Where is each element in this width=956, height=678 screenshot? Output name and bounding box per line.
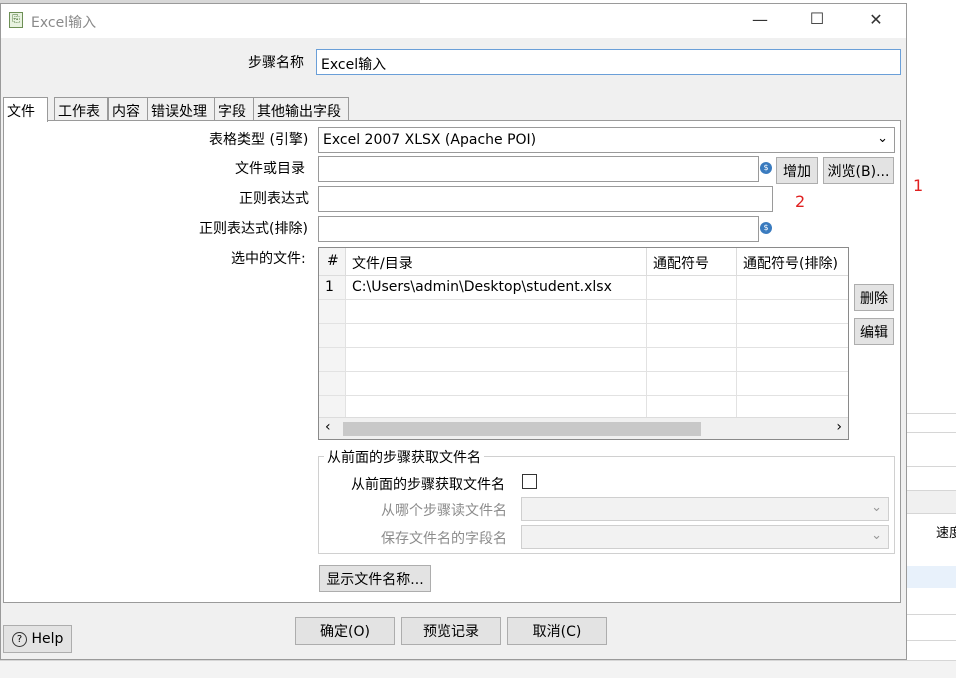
edit-button[interactable]: 编辑 bbox=[854, 318, 894, 345]
ok-button[interactable]: 确定(O) bbox=[295, 617, 395, 645]
regex-label: 正则表达式 bbox=[239, 191, 309, 207]
table-cell-wildcard[interactable] bbox=[647, 276, 737, 300]
file-or-dir-label: 文件或目录 bbox=[235, 161, 305, 177]
annotation-mark-1: 1 bbox=[913, 176, 924, 195]
variable-icon: $ bbox=[760, 222, 772, 234]
app-icon: ⎘ bbox=[9, 12, 23, 28]
spreadsheet-type-select[interactable]: Excel 2007 XLSX (Apache POI) ⌄ bbox=[318, 127, 895, 153]
annotation-mark-2: 2 bbox=[795, 192, 806, 211]
horizontal-scrollbar[interactable]: ‹ › bbox=[319, 417, 848, 439]
minimize-button[interactable]: — bbox=[745, 10, 775, 29]
selected-files-label: 选中的文件: bbox=[231, 251, 306, 267]
table-header-wildcard[interactable]: 通配符号 bbox=[647, 248, 737, 276]
help-icon: ? bbox=[12, 631, 27, 647]
spreadsheet-type-label: 表格类型 (引擎) bbox=[209, 132, 309, 148]
table-cell-wildcard-exclude[interactable] bbox=[737, 276, 848, 300]
table-row-empty bbox=[319, 300, 346, 324]
previous-step-group-title: 从前面的步骤获取文件名 bbox=[324, 447, 484, 467]
tab-content[interactable]: 内容 bbox=[108, 97, 148, 121]
accept-filenames-checkbox[interactable] bbox=[522, 474, 537, 489]
tab-fields[interactable]: 字段 bbox=[214, 97, 254, 121]
tab-file[interactable]: 文件 bbox=[3, 97, 48, 122]
close-button[interactable]: ✕ bbox=[861, 10, 891, 29]
table-row-empty bbox=[319, 324, 346, 348]
show-filenames-button[interactable]: 显示文件名称... bbox=[319, 565, 431, 592]
file-or-dir-input[interactable] bbox=[318, 156, 759, 182]
scrollbar-thumb[interactable] bbox=[343, 422, 701, 436]
maximize-button[interactable]: ☐ bbox=[802, 9, 832, 28]
spreadsheet-type-value: Excel 2007 XLSX (Apache POI) bbox=[323, 132, 537, 148]
background-bottom-grid bbox=[0, 660, 956, 678]
selected-files-table: # ^ 文件/目录 通配符号 通配符号(排除) 1 C:\Users\admin… bbox=[318, 247, 849, 440]
variable-icon: $ bbox=[760, 162, 772, 174]
regex-exclude-label: 正则表达式(排除) bbox=[199, 221, 308, 237]
step-name-input[interactable]: Excel输入 bbox=[316, 49, 901, 75]
help-button[interactable]: ? Help bbox=[3, 625, 72, 653]
filename-field-label: 保存文件名的字段名 bbox=[381, 531, 507, 547]
speed-column-header: 速度 bbox=[936, 526, 956, 541]
table-cell-file[interactable]: C:\Users\admin\Desktop\student.xlsx bbox=[346, 276, 647, 300]
from-step-select[interactable]: ⌄ bbox=[521, 497, 889, 521]
delete-button[interactable]: 删除 bbox=[854, 284, 894, 311]
accept-filenames-label: 从前面的步骤获取文件名 bbox=[351, 477, 505, 493]
regex-exclude-input[interactable] bbox=[318, 216, 759, 242]
step-name-value: Excel输入 bbox=[321, 57, 387, 73]
scroll-left-icon[interactable]: ‹ bbox=[325, 419, 331, 435]
preview-button[interactable]: 预览记录 bbox=[401, 617, 501, 645]
background-panel: 速度 bbox=[907, 0, 956, 678]
table-row-empty bbox=[319, 348, 346, 372]
table-header-file[interactable]: 文件/目录 bbox=[346, 248, 647, 276]
table-header-wildcard-exclude[interactable]: 通配符号(排除) bbox=[737, 248, 848, 276]
cancel-button[interactable]: 取消(C) bbox=[507, 617, 607, 645]
filename-field-select[interactable]: ⌄ bbox=[521, 525, 889, 549]
tab-other-output-fields[interactable]: 其他输出字段 bbox=[253, 97, 349, 121]
scroll-right-icon[interactable]: › bbox=[836, 419, 842, 435]
browse-button[interactable]: 浏览(B)... bbox=[823, 157, 894, 184]
tab-error-handling[interactable]: 错误处理 bbox=[147, 97, 215, 121]
from-step-label: 从哪个步骤读文件名 bbox=[381, 503, 507, 519]
step-name-label: 步骤名称 bbox=[248, 55, 304, 71]
sort-icon: ^ bbox=[327, 247, 335, 255]
chevron-down-icon: ⌄ bbox=[877, 131, 888, 146]
table-row-index[interactable]: 1 bbox=[319, 276, 346, 300]
add-button[interactable]: 增加 bbox=[776, 157, 818, 184]
tab-worksheet[interactable]: 工作表 bbox=[54, 97, 108, 121]
table-header-index[interactable]: # ^ bbox=[319, 248, 346, 276]
window-title: Excel输入 bbox=[31, 15, 97, 31]
chevron-down-icon: ⌄ bbox=[871, 500, 882, 515]
regex-input[interactable] bbox=[318, 186, 773, 212]
chevron-down-icon: ⌄ bbox=[871, 528, 882, 543]
table-row-empty bbox=[319, 372, 346, 396]
